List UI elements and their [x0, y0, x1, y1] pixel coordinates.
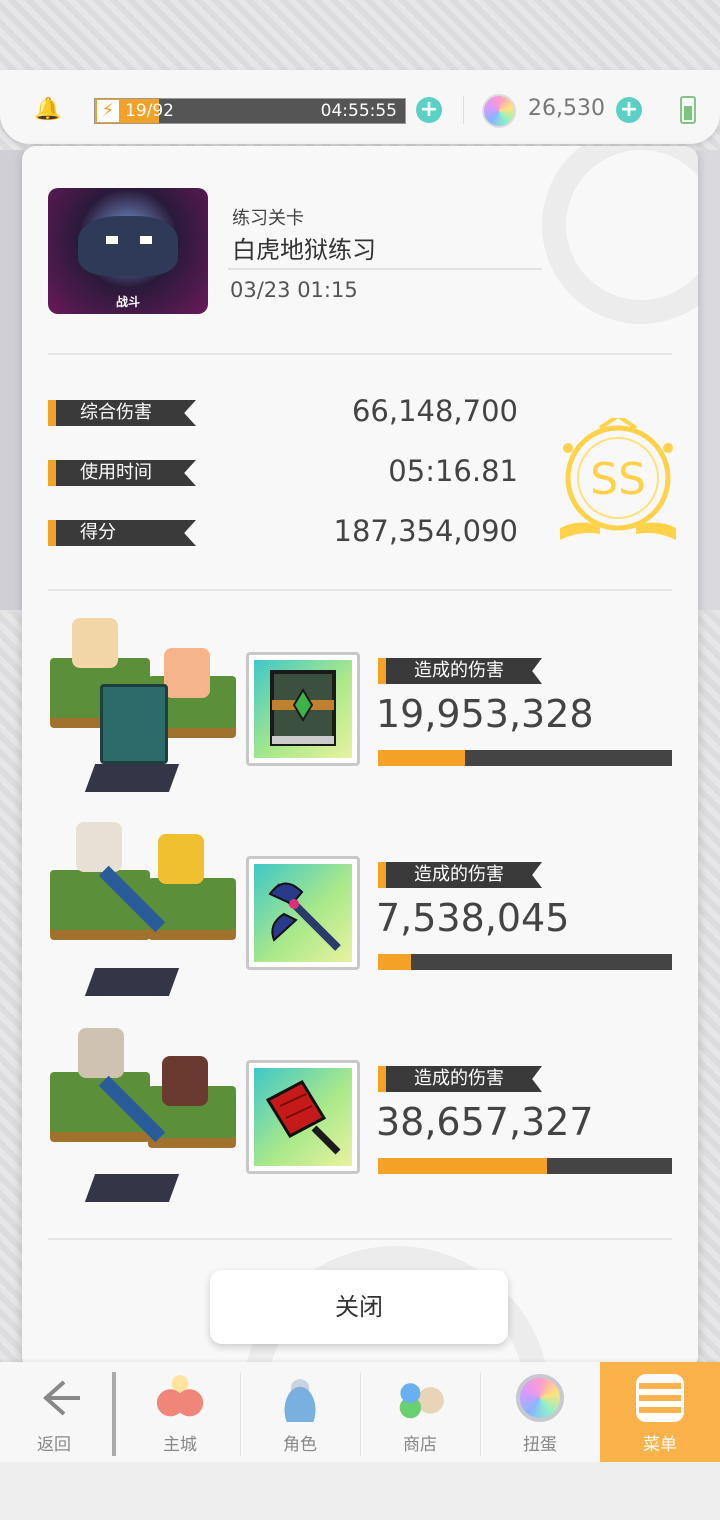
bell-icon[interactable]: 🔔 — [34, 98, 61, 122]
battle-axe-icon — [268, 882, 341, 951]
add-energy-button[interactable]: + — [416, 97, 442, 123]
divider — [48, 1238, 672, 1240]
bottom-system-bar — [0, 1462, 720, 1520]
divider — [112, 1372, 116, 1456]
character-icon — [276, 1374, 324, 1422]
nav-back[interactable]: 返回 — [0, 1362, 120, 1462]
shop-icon — [396, 1374, 444, 1422]
damage-bar-fill — [378, 1158, 548, 1174]
stat-label-total-damage: 综合伤害 — [48, 400, 196, 426]
background-left-decoration — [0, 150, 24, 610]
red-flag-icon — [265, 1080, 341, 1155]
energy-bar: ⚡ 19/92 04:55:55 — [94, 98, 406, 124]
stage-type: 练习关卡 — [232, 208, 304, 229]
nav-label: 菜单 — [643, 1435, 677, 1455]
rank-text: SS — [590, 454, 646, 505]
divider — [463, 96, 464, 124]
damage-bar — [378, 1158, 672, 1174]
damage-label: 造成的伤害 — [378, 1066, 542, 1092]
divider — [48, 589, 672, 591]
character-sprite — [78, 1028, 124, 1078]
stage-name: 白虎地狱练习 — [232, 236, 376, 264]
menu-icon — [636, 1374, 684, 1422]
team-2-art — [48, 822, 238, 1002]
damage-value: 7,538,045 — [376, 896, 570, 940]
stat-value-total-damage: 66,148,700 — [351, 394, 518, 428]
damage-bar-fill — [378, 954, 411, 970]
damage-label: 造成的伤害 — [378, 862, 542, 888]
divider — [48, 353, 672, 355]
energy-timer: 04:55:55 — [320, 101, 397, 121]
stat-value-score: 187,354,090 — [333, 514, 519, 548]
damage-label: 造成的伤害 — [378, 658, 542, 684]
character-sprite — [162, 1056, 208, 1106]
book-sprite — [100, 684, 168, 764]
close-button[interactable]: 关闭 — [210, 1270, 508, 1344]
team-1-art — [48, 618, 238, 798]
equipment-slot-2[interactable] — [246, 856, 360, 970]
damage-bar — [378, 750, 672, 766]
gem-count: 26,530 — [528, 96, 605, 121]
nav-label: 主城 — [163, 1435, 197, 1455]
background-right-decoration — [696, 150, 720, 610]
nav-label: 扭蛋 — [523, 1435, 557, 1455]
nav-label: 角色 — [283, 1435, 317, 1455]
gacha-icon — [516, 1374, 564, 1422]
team-3-art — [48, 1026, 238, 1206]
bottom-navigation: 返回 主城 角色 商店 扭蛋 菜单 — [0, 1362, 720, 1462]
watermark-emblem — [542, 146, 698, 324]
character-sprite — [158, 834, 204, 884]
nav-label: 返回 — [37, 1435, 71, 1455]
lightning-icon: ⚡ — [97, 100, 119, 122]
gem-icon — [482, 94, 516, 128]
energy-count: 19/92 — [125, 101, 174, 121]
character-sprite — [72, 618, 118, 668]
nav-label: 商店 — [403, 1435, 437, 1455]
damage-value: 38,657,327 — [376, 1100, 594, 1144]
equipment-slot-1[interactable] — [246, 652, 360, 766]
nav-shop[interactable]: 商店 — [360, 1362, 480, 1462]
stage-thumbnail: 战斗 — [48, 188, 208, 314]
character-sprite — [164, 648, 210, 698]
main-city-icon — [156, 1374, 204, 1422]
stat-value-time-used: 05:16.81 — [388, 454, 518, 488]
nav-gacha[interactable]: 扭蛋 — [480, 1362, 600, 1462]
thumbnail-label: 战斗 — [115, 295, 140, 309]
damage-bar — [378, 954, 672, 970]
top-status-bar: 🔔 ⚡ 19/92 04:55:55 + 26,530 + — [0, 70, 720, 144]
nav-main-city[interactable]: 主城 — [120, 1362, 240, 1462]
nav-character[interactable]: 角色 — [240, 1362, 360, 1462]
result-dialog: 战斗 练习关卡 白虎地狱练习 03/23 01:15 综合伤害 66,148,7… — [22, 146, 698, 1370]
nav-menu[interactable]: 菜单 — [600, 1362, 720, 1462]
character-sprite — [76, 822, 122, 872]
rank-badge: SS — [560, 418, 676, 540]
add-gem-button[interactable]: + — [616, 97, 642, 123]
green-book-icon — [270, 670, 336, 746]
stat-label-time-used: 使用时间 — [48, 460, 196, 486]
damage-value: 19,953,328 — [376, 692, 594, 736]
stat-label-score: 得分 — [48, 520, 196, 546]
battery-icon — [680, 96, 696, 124]
stage-time: 03/23 01:15 — [230, 278, 358, 302]
back-arrow-icon — [42, 1380, 80, 1416]
divider — [228, 268, 542, 270]
boss-sprite — [78, 216, 178, 276]
equipment-slot-3[interactable] — [246, 1060, 360, 1174]
damage-bar-fill — [378, 750, 466, 766]
